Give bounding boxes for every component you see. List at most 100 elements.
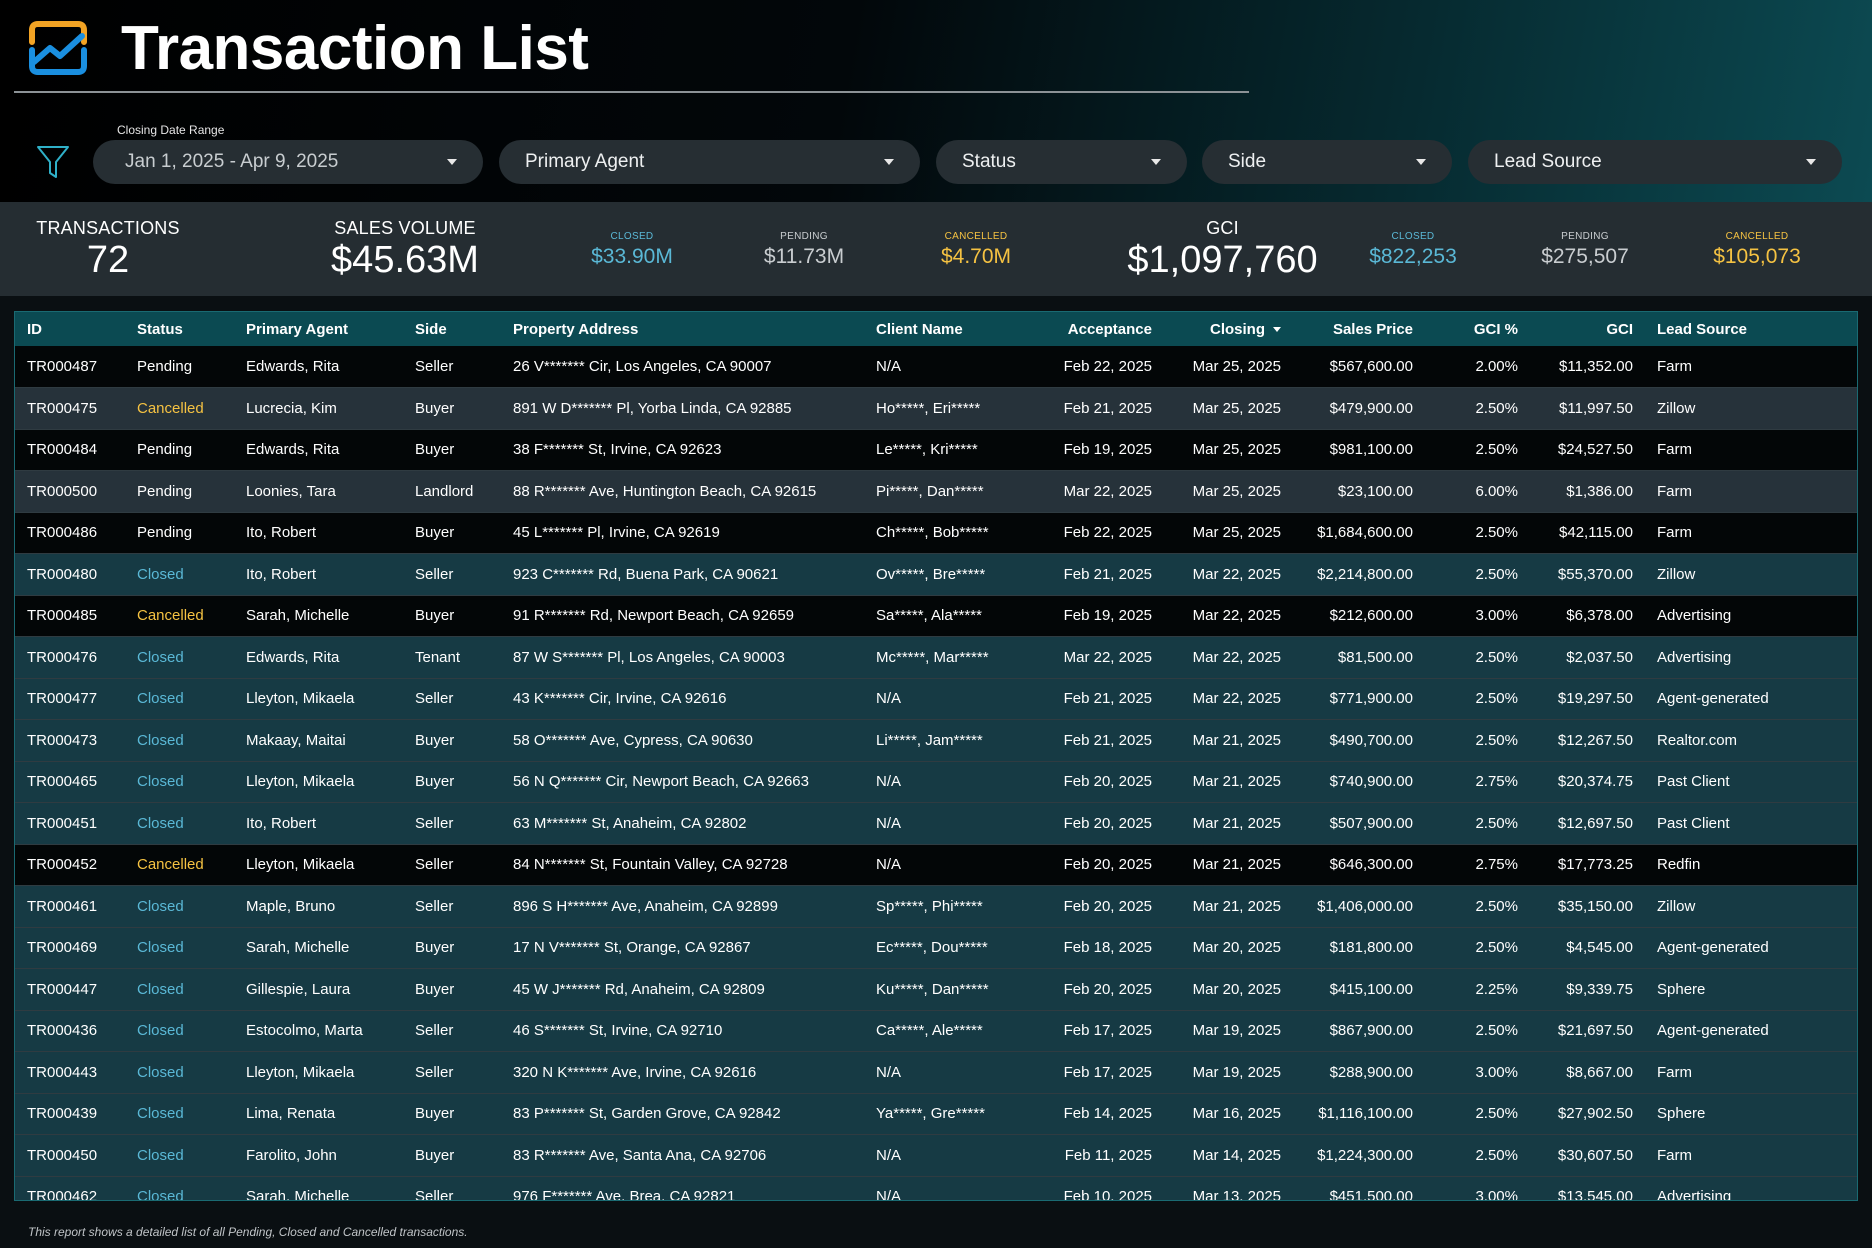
cell-property-address: 923 C******* Rd, Buena Park, CA 90621 (501, 553, 864, 596)
table-row[interactable]: TR000500 Pending Loonies, Tara Landlord 88 R… (15, 470, 1857, 513)
table-row[interactable]: TR000485 Cancelled Sarah, Michelle Buyer 91 … (15, 595, 1857, 637)
cell-property-address: 84 N******* St, Fountain Valley, CA 9272… (501, 844, 864, 886)
cell-id: TR000500 (15, 470, 125, 513)
cell-gci: $17,773.25 (1530, 844, 1645, 886)
col-header-acceptance[interactable]: Acceptance (1035, 312, 1164, 346)
kpi-sales-pending-label: PENDING (780, 231, 828, 242)
table-row[interactable]: TR000443 Closed Lleyton, Mikaela Seller 320 … (15, 1051, 1857, 1094)
cell-acceptance: Feb 14, 2025 (1035, 1093, 1164, 1135)
cell-acceptance: Feb 21, 2025 (1035, 719, 1164, 762)
table-row[interactable]: TR000447 Closed Gillespie, Laura Buyer 45 W … (15, 968, 1857, 1011)
side-dropdown[interactable]: Side (1202, 140, 1452, 184)
cell-status: Closed (125, 1093, 234, 1135)
cell-primary-agent: Sarah, Michelle (234, 1176, 403, 1200)
col-header-sales-price[interactable]: Sales Price (1293, 312, 1425, 346)
col-header-gci[interactable]: GCI (1530, 312, 1645, 346)
table-row[interactable]: TR000480 Closed Ito, Robert Seller 923 C****… (15, 553, 1857, 596)
cell-gci-percent: 2.25% (1425, 968, 1530, 1011)
cell-sales-price: $1,406,000.00 (1293, 885, 1425, 928)
table-row[interactable]: TR000461 Closed Maple, Bruno Seller 896 S H*… (15, 885, 1857, 928)
cell-status: Closed (125, 1010, 234, 1052)
cell-id: TR000473 (15, 719, 125, 762)
funnel-icon[interactable] (36, 144, 70, 180)
table-row[interactable]: TR000475 Cancelled Lucrecia, Kim Buyer 891 W… (15, 387, 1857, 430)
cell-status: Cancelled (125, 844, 234, 886)
cell-closing: Mar 20, 2025 (1164, 968, 1293, 1011)
col-header-status[interactable]: Status (125, 312, 234, 346)
col-header-primary-agent[interactable]: Primary Agent (234, 312, 403, 346)
col-header-closing[interactable]: Closing (1164, 312, 1293, 346)
table-row[interactable]: TR000484 Pending Edwards, Rita Buyer 38 F***… (15, 429, 1857, 471)
table-row[interactable]: TR000451 Closed Ito, Robert Seller 63 M*****… (15, 802, 1857, 845)
table-row[interactable]: TR000465 Closed Lleyton, Mikaela Buyer 56 N … (15, 761, 1857, 803)
cell-property-address: 87 W S******* Pl, Los Angeles, CA 90003 (501, 636, 864, 679)
table-row[interactable]: TR000452 Cancelled Lleyton, Mikaela Seller 8… (15, 844, 1857, 886)
cell-gci: $35,150.00 (1530, 885, 1645, 928)
cell-primary-agent: Edwards, Rita (234, 429, 403, 471)
cell-gci-percent: 6.00% (1425, 470, 1530, 513)
cell-gci-percent: 2.75% (1425, 844, 1530, 886)
kpi-sales-volume: SALES VOLUME $45.63M (300, 218, 510, 281)
col-header-gci-percent[interactable]: GCI % (1425, 312, 1530, 346)
cell-gci-percent: 2.50% (1425, 678, 1530, 720)
title-divider (14, 91, 1249, 93)
cell-acceptance: Feb 19, 2025 (1035, 595, 1164, 637)
table-row[interactable]: TR000439 Closed Lima, Renata Buyer 83 P*****… (15, 1093, 1857, 1135)
table-row[interactable]: TR000473 Closed Makaay, Maitai Buyer 58 O***… (15, 719, 1857, 762)
cell-gci: $27,902.50 (1530, 1093, 1645, 1135)
cell-side: Buyer (403, 1093, 501, 1135)
table-header-row: ID Status Primary Agent Side Property Ad… (15, 312, 1857, 346)
cell-closing: Mar 25, 2025 (1164, 429, 1293, 471)
cell-gci-percent: 2.00% (1425, 346, 1530, 388)
cell-status: Cancelled (125, 595, 234, 637)
cell-closing: Mar 21, 2025 (1164, 761, 1293, 803)
chevron-down-icon (1806, 159, 1816, 165)
cell-acceptance: Feb 20, 2025 (1035, 885, 1164, 928)
kpi-sales-cancelled-label: CANCELLED (944, 231, 1008, 242)
cell-gci-percent: 3.00% (1425, 1176, 1530, 1200)
cell-status: Closed (125, 636, 234, 679)
table-row[interactable]: TR000486 Pending Ito, Robert Buyer 45 L*****… (15, 512, 1857, 554)
cell-client-name: N/A (864, 844, 1035, 886)
kpi-transactions-label: TRANSACTIONS (36, 218, 180, 238)
table-row[interactable]: TR000487 Pending Edwards, Rita Seller 26 V**… (15, 346, 1857, 388)
cell-status: Closed (125, 927, 234, 969)
col-header-property-address[interactable]: Property Address (501, 312, 864, 346)
primary-agent-dropdown[interactable]: Primary Agent (499, 140, 920, 184)
col-header-id[interactable]: ID (15, 312, 125, 346)
table-row[interactable]: TR000469 Closed Sarah, Michelle Buyer 17 N V… (15, 927, 1857, 969)
cell-primary-agent: Ito, Robert (234, 512, 403, 554)
col-header-side[interactable]: Side (403, 312, 501, 346)
cell-client-name: Ca*****, Ale***** (864, 1010, 1035, 1052)
cell-sales-price: $740,900.00 (1293, 761, 1425, 803)
cell-sales-price: $1,116,100.00 (1293, 1093, 1425, 1135)
cell-gci-percent: 2.50% (1425, 1093, 1530, 1135)
cell-lead-source: Redfin (1645, 844, 1857, 886)
date-range-dropdown[interactable]: Jan 1, 2025 - Apr 9, 2025 (93, 140, 483, 184)
status-dropdown[interactable]: Status (936, 140, 1187, 184)
col-header-client-name[interactable]: Client Name (864, 312, 1035, 346)
cell-property-address: 58 O******* Ave, Cypress, CA 90630 (501, 719, 864, 762)
table-row[interactable]: TR000450 Closed Farolito, John Buyer 83 R***… (15, 1134, 1857, 1177)
cell-id: TR000439 (15, 1093, 125, 1135)
cell-property-address: 43 K******* Cir, Irvine, CA 92616 (501, 678, 864, 720)
cell-acceptance: Feb 11, 2025 (1035, 1134, 1164, 1177)
table-row[interactable]: TR000477 Closed Lleyton, Mikaela Seller 43 K… (15, 678, 1857, 720)
transactions-table[interactable]: ID Status Primary Agent Side Property Ad… (14, 311, 1858, 1201)
table-row[interactable]: TR000436 Closed Estocolmo, Marta Seller 46 S… (15, 1010, 1857, 1052)
cell-acceptance: Feb 20, 2025 (1035, 968, 1164, 1011)
cell-client-name: Sa*****, Ala***** (864, 595, 1035, 637)
col-header-lead-source[interactable]: Lead Source (1645, 312, 1857, 346)
cell-status: Closed (125, 885, 234, 928)
cell-status: Closed (125, 761, 234, 803)
lead-source-dropdown[interactable]: Lead Source (1468, 140, 1842, 184)
kpi-gci-cancelled: CANCELLED $105,073 (1697, 231, 1817, 269)
cell-property-address: 891 W D******* Pl, Yorba Linda, CA 92885 (501, 387, 864, 430)
cell-property-address: 26 V******* Cir, Los Angeles, CA 90007 (501, 346, 864, 388)
kpi-sales-volume-label: SALES VOLUME (334, 218, 476, 238)
table-row[interactable]: TR000476 Closed Edwards, Rita Tenant 87 W S*… (15, 636, 1857, 679)
cell-sales-price: $507,900.00 (1293, 802, 1425, 845)
cell-side: Seller (403, 553, 501, 596)
table-row[interactable]: TR000462 Closed Sarah, Michelle Seller 976 F… (15, 1176, 1857, 1200)
cell-gci: $4,545.00 (1530, 927, 1645, 969)
